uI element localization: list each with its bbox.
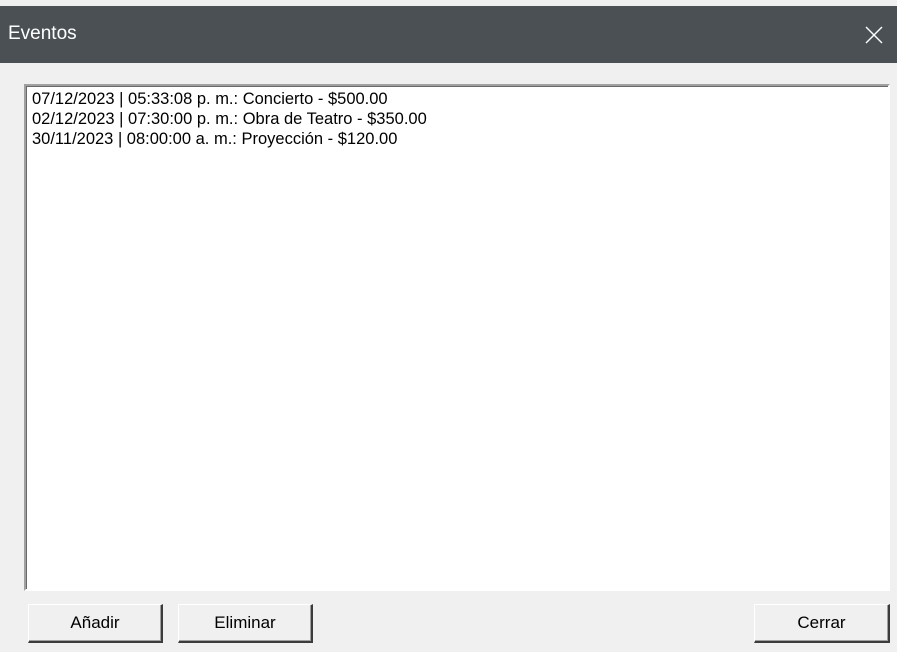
list-item[interactable]: 02/12/2023 | 07:30:00 p. m.: Obra de Tea… bbox=[32, 109, 888, 129]
close-window-button[interactable] bbox=[851, 6, 897, 63]
delete-button[interactable]: Eliminar bbox=[178, 604, 313, 643]
eventos-window: Eventos 07/12/2023 | 05:33:08 p. m.: Con… bbox=[0, 0, 897, 652]
title-bar[interactable]: Eventos bbox=[0, 6, 897, 63]
window-title: Eventos bbox=[8, 23, 77, 44]
list-item[interactable]: 30/11/2023 | 08:00:00 a. m.: Proyección … bbox=[32, 129, 888, 149]
add-button[interactable]: Añadir bbox=[28, 604, 163, 643]
list-item[interactable]: 07/12/2023 | 05:33:08 p. m.: Concierto -… bbox=[32, 89, 888, 109]
events-listbox[interactable]: 07/12/2023 | 05:33:08 p. m.: Concierto -… bbox=[24, 84, 890, 591]
close-icon bbox=[865, 26, 883, 43]
close-button[interactable]: Cerrar bbox=[754, 604, 890, 643]
